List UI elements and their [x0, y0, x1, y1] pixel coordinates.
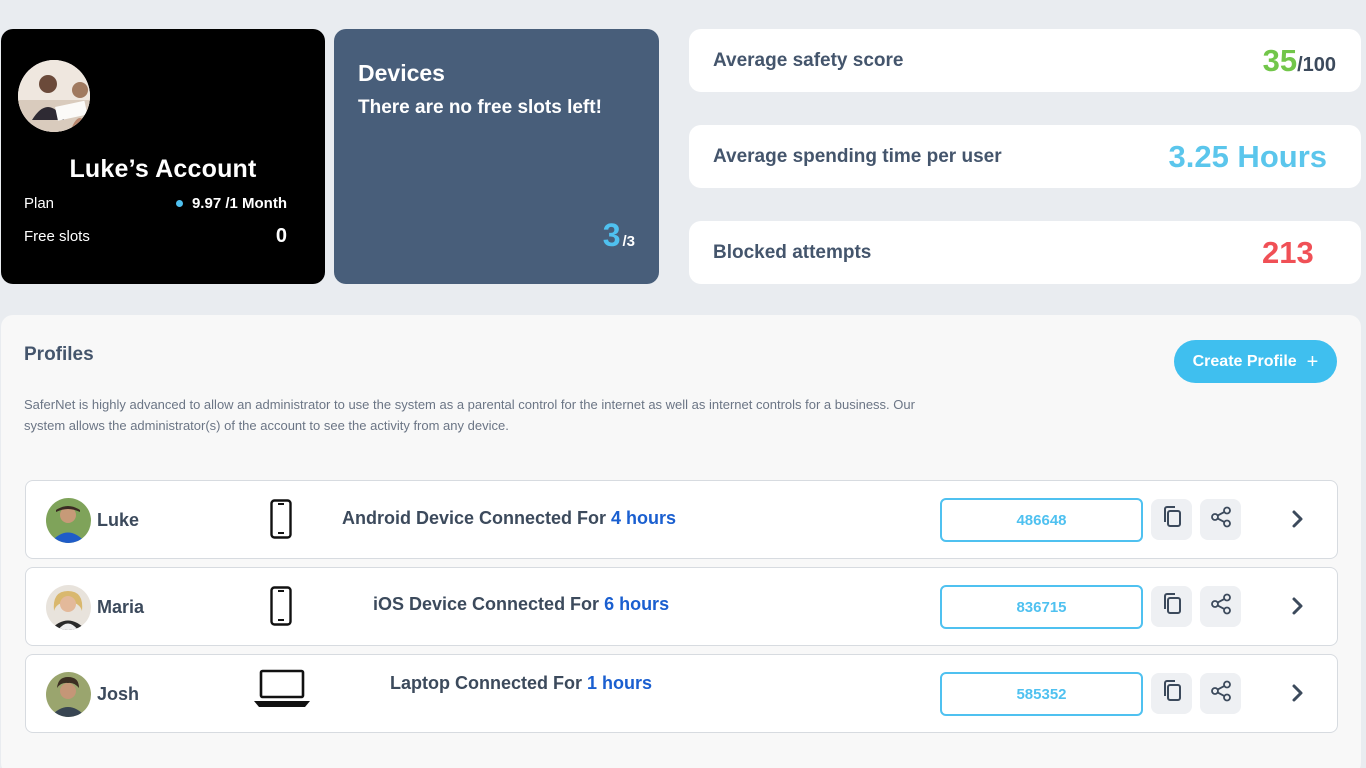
share-button[interactable]: [1200, 673, 1241, 714]
profile-row[interactable]: Maria iOS Device Connected For 6 hours 8…: [25, 567, 1338, 646]
profile-avatar: [46, 672, 91, 717]
copy-icon: [1161, 592, 1183, 621]
free-slots-row: Free slots 0: [24, 225, 287, 248]
plus-icon: +: [1306, 350, 1319, 373]
access-code-field[interactable]: 486648: [940, 498, 1143, 542]
spending-time-card: Average spending time per user 3.25 Hour…: [689, 125, 1361, 188]
connection-status-text: iOS Device Connected For: [373, 594, 605, 614]
devices-total: /3: [622, 233, 635, 250]
account-title: Luke’s Account: [69, 155, 257, 183]
share-icon: [1210, 506, 1232, 533]
plan-value: 9.97 /1 Month: [191, 195, 287, 212]
connection-status-text: Android Device Connected For: [342, 508, 612, 528]
safety-score-value-wrap: 35 /100: [1263, 43, 1336, 79]
connection-hours: 4 hours: [611, 508, 677, 528]
devices-card: Devices There are no free slots left! 3 …: [334, 29, 659, 284]
connection-status: Laptop Connected For 1 hours: [390, 673, 652, 694]
devices-count: 3 /3: [603, 217, 635, 254]
share-button[interactable]: [1200, 499, 1241, 540]
free-slots-value: 0: [275, 225, 287, 247]
devices-used: 3: [602, 217, 621, 253]
spending-time-label: Average spending time per user: [713, 145, 1002, 167]
profile-name: Luke: [97, 510, 140, 530]
profiles-description: SaferNet is highly advanced to allow an …: [24, 397, 915, 433]
profile-row[interactable]: Luke Android Device Connected For 4 hour…: [25, 480, 1338, 559]
profile-avatar: [46, 585, 91, 630]
copy-button[interactable]: [1151, 673, 1192, 714]
connection-hours: 1 hours: [587, 673, 653, 693]
copy-button[interactable]: [1151, 499, 1192, 540]
profile-name: Maria: [97, 597, 145, 617]
phone-icon: [270, 586, 292, 631]
chevron-right-icon[interactable]: [1291, 508, 1305, 535]
free-slots-label: Free slots: [24, 228, 90, 245]
share-icon: [1210, 680, 1232, 707]
account-avatar[interactable]: [18, 60, 90, 132]
phone-icon: [270, 499, 292, 544]
connection-status-text: Laptop Connected For: [390, 673, 587, 693]
profile-avatar: [46, 498, 91, 543]
copy-button[interactable]: [1151, 586, 1192, 627]
plan-value-wrap: 9.97 /1 Month: [175, 195, 287, 212]
devices-title: Devices: [358, 60, 445, 86]
chevron-right-icon[interactable]: [1291, 682, 1305, 709]
create-profile-label: Create Profile: [1192, 352, 1297, 370]
blocked-attempts-label: Blocked attempts: [713, 241, 872, 263]
profiles-title: Profiles: [24, 344, 94, 365]
devices-subtitle: There are no free slots left!: [358, 97, 602, 118]
access-code-field[interactable]: 585352: [940, 672, 1143, 716]
blocked-attempts-card: Blocked attempts 213: [689, 221, 1361, 284]
copy-icon: [1161, 505, 1183, 534]
connection-hours: 6 hours: [604, 594, 670, 614]
account-card: Luke’s Account Plan 9.97 /1 Month Free s…: [1, 29, 325, 284]
blocked-attempts-value: 213: [1262, 234, 1314, 270]
plan-row: Plan 9.97 /1 Month: [24, 195, 287, 212]
spending-time-value: 3.25 Hours: [1168, 138, 1327, 174]
connection-status: Android Device Connected For 4 hours: [342, 508, 676, 529]
share-button[interactable]: [1200, 586, 1241, 627]
share-icon: [1210, 593, 1232, 620]
profile-name: Josh: [97, 684, 140, 704]
safety-score-label: Average safety score: [713, 49, 904, 71]
profile-row[interactable]: Josh Laptop Connected For 1 hours 585352: [25, 654, 1338, 733]
safety-score-value: 35: [1262, 42, 1298, 78]
safety-score-card: Average safety score 35 /100: [689, 29, 1361, 92]
laptop-icon: [252, 669, 312, 714]
copy-icon: [1161, 679, 1183, 708]
plan-status-dot: [175, 200, 183, 207]
create-profile-button[interactable]: Create Profile +: [1174, 340, 1337, 383]
profiles-panel: Profiles Create Profile + SaferNet is hi…: [1, 315, 1361, 768]
connection-status: iOS Device Connected For 6 hours: [373, 594, 669, 615]
access-code-field[interactable]: 836715: [940, 585, 1143, 629]
chevron-right-icon[interactable]: [1291, 595, 1305, 622]
safety-score-max: /100: [1297, 53, 1336, 76]
plan-label: Plan: [24, 195, 55, 212]
